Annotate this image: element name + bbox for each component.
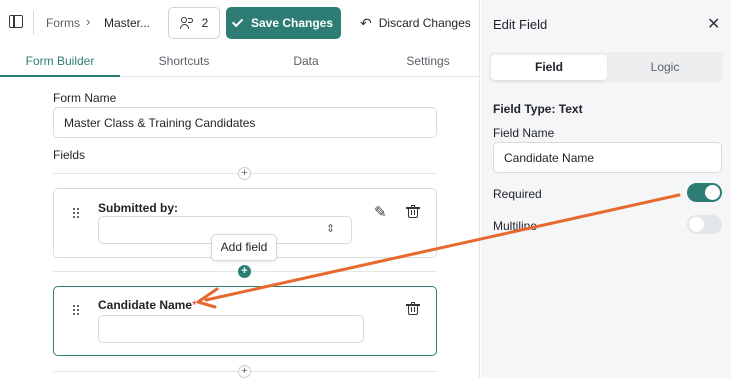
breadcrumb-forms[interactable]: Forms	[46, 16, 80, 30]
field-type-label: Field Type:	[493, 102, 556, 116]
field-type: Field Type: Text	[493, 102, 583, 116]
field-name-label: Field Name	[493, 126, 555, 140]
collaborators-button[interactable]: 2	[168, 7, 220, 39]
form-name-input[interactable]: Master Class & Training Candidates	[53, 107, 437, 138]
undo-icon: ↶	[360, 14, 372, 31]
tab-bar: Form Builder Shortcuts Data Settings	[0, 46, 480, 77]
tab-shortcuts[interactable]: Shortcuts	[124, 46, 244, 77]
add-field-tooltip: Add field	[211, 234, 277, 261]
discard-changes-label: Discard Changes	[378, 16, 471, 30]
trash-icon[interactable]	[406, 205, 420, 218]
required-toggle[interactable]	[687, 183, 722, 202]
segment-field[interactable]: Field	[491, 55, 607, 80]
field-label: Submitted by:	[98, 201, 178, 215]
panel-title: Edit Field	[493, 17, 548, 32]
fields-label: Fields	[53, 148, 86, 162]
check-icon	[231, 15, 244, 28]
drag-handle-icon[interactable]	[73, 208, 79, 218]
field-logic-switcher: Field Logic	[489, 52, 723, 83]
form-builder-pane: Forms › Master... 2 Save Changes ↶ Disca…	[0, 0, 480, 378]
field-card-candidate-name[interactable]: Candidate Name*	[53, 286, 437, 356]
trash-icon[interactable]	[406, 302, 420, 315]
users-icon	[179, 17, 194, 29]
pencil-icon[interactable]: ✎	[374, 203, 387, 221]
toolbar-divider	[33, 11, 34, 35]
multiline-label: Multiline	[493, 219, 538, 233]
tab-data[interactable]: Data	[246, 46, 366, 77]
breadcrumb-separator-icon: ›	[86, 14, 91, 29]
sidebar-toggle-icon[interactable]	[9, 15, 23, 28]
close-icon[interactable]: ✕	[707, 14, 720, 34]
field-type-value: Text	[558, 102, 583, 116]
required-marker: *	[192, 298, 197, 312]
segment-logic[interactable]: Logic	[607, 55, 723, 80]
tab-form-builder[interactable]: Form Builder	[0, 46, 120, 77]
chevron-updown-icon: ⇕	[326, 223, 336, 235]
field-label-text: Candidate Name	[98, 298, 193, 312]
add-field-plus-icon[interactable]: +	[238, 167, 251, 180]
add-field-plus-icon[interactable]: +	[238, 365, 251, 378]
tab-settings[interactable]: Settings	[368, 46, 488, 77]
collaborators-count: 2	[201, 16, 209, 30]
drag-handle-icon[interactable]	[73, 305, 79, 315]
top-toolbar: Forms › Master... 2 Save Changes ↶ Disca…	[0, 0, 480, 46]
save-changes-label: Save Changes	[250, 16, 334, 30]
breadcrumb-current-form[interactable]: Master...	[104, 16, 150, 30]
required-label: Required	[493, 187, 542, 201]
save-changes-button[interactable]: Save Changes	[226, 7, 341, 39]
field-label: Candidate Name*	[98, 298, 197, 312]
edit-field-panel: Edit Field ✕ Field Logic Field Type: Tex…	[481, 0, 731, 378]
field-name-input[interactable]: Candidate Name	[493, 142, 722, 173]
candidate-name-input[interactable]	[98, 315, 364, 343]
add-field-plus-icon[interactable]: +	[238, 265, 251, 278]
discard-changes-button[interactable]: ↶ Discard Changes	[352, 7, 474, 39]
form-name-label: Form Name	[53, 91, 117, 105]
multiline-toggle[interactable]	[687, 215, 722, 234]
